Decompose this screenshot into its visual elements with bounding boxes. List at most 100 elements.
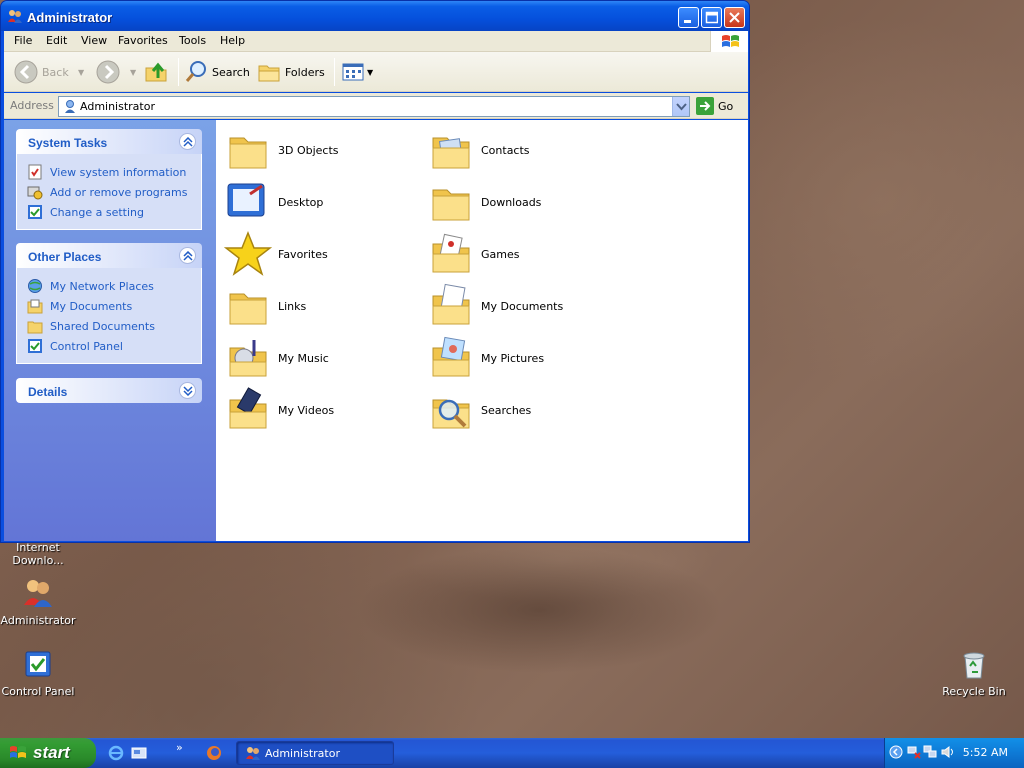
desktop-icon-label: Recycle Bin [942, 685, 1006, 698]
chevron-down-icon [676, 103, 687, 111]
shared-documents-link[interactable]: Shared Documents [17, 316, 201, 336]
my-network-places-link[interactable]: My Network Places [17, 276, 201, 296]
expand-button[interactable] [179, 382, 196, 399]
forward-button[interactable] [96, 58, 124, 86]
up-folder-button[interactable] [144, 58, 172, 86]
close-icon [729, 12, 740, 23]
view-system-information-link[interactable]: View system information [17, 162, 201, 182]
folder-item-contacts[interactable]: Contacts [427, 126, 627, 174]
folders-icon [258, 65, 280, 82]
folder-label: My Documents [481, 299, 564, 313]
search-button[interactable]: Search [184, 58, 250, 86]
network-icon[interactable] [923, 745, 937, 759]
link-label: Shared Documents [50, 319, 155, 333]
network-disconnected-icon[interactable] [907, 745, 921, 759]
other-places-header[interactable]: Other Places [16, 243, 202, 268]
minimize-icon [684, 20, 691, 23]
windows-flag-icon [722, 35, 739, 47]
address-input[interactable]: Administrator [58, 96, 690, 117]
folder-label: 3D Objects [278, 143, 339, 157]
views-button[interactable]: ▼ [341, 58, 373, 86]
start-button[interactable]: start [0, 738, 96, 768]
folder-label: Games [481, 247, 520, 261]
system-tasks-title: System Tasks [28, 136, 108, 150]
title-bar[interactable]: Administrator [1, 1, 749, 31]
collapse-button[interactable] [179, 133, 196, 150]
go-button[interactable]: Go [696, 97, 733, 115]
other-places-body: My Network Places My Documents Shared Do… [16, 268, 202, 364]
folder-item-downloads[interactable]: Downloads [427, 178, 627, 226]
pictures-folder-icon [432, 336, 470, 377]
menu-tools[interactable]: Tools [179, 34, 206, 47]
forward-arrow-icon [96, 60, 120, 84]
control-panel-icon [25, 651, 51, 677]
folder-label: My Music [278, 351, 329, 365]
back-dropdown-arrow[interactable]: ▼ [78, 68, 84, 77]
search-icon [185, 61, 206, 82]
folder-item-my-documents[interactable]: My Documents [427, 282, 627, 330]
games-folder-icon [432, 233, 470, 273]
folders-button[interactable]: Folders [257, 58, 325, 86]
folder-item-my-pictures[interactable]: My Pictures [427, 334, 627, 382]
close-button[interactable] [724, 7, 745, 28]
folder-item-favorites[interactable]: Favorites [224, 230, 424, 278]
desktop-icon-administrator[interactable]: Administrator [0, 577, 76, 627]
menu-view[interactable]: View [81, 34, 107, 47]
address-value: Administrator [80, 100, 155, 113]
tray-expand-icon[interactable] [889, 745, 903, 759]
folder-item-searches[interactable]: Searches [427, 386, 627, 434]
users-icon [8, 10, 22, 23]
volume-icon[interactable] [941, 745, 955, 759]
taskbar: start » Administrator 5:52 AM [0, 738, 1024, 768]
link-label: Add or remove programs [50, 185, 188, 199]
views-dropdown-arrow: ▼ [367, 67, 374, 77]
details-header[interactable]: Details [16, 378, 202, 403]
folder-label: Downloads [481, 195, 542, 209]
desktop-icon-recycle-bin[interactable]: Recycle Bin [936, 648, 1012, 698]
documents-folder-icon [432, 283, 470, 325]
control-panel-link[interactable]: Control Panel [17, 336, 201, 356]
address-label: Address [10, 99, 54, 112]
clock[interactable]: 5:52 AM [963, 746, 1008, 759]
maximize-button[interactable] [701, 7, 722, 28]
menu-favorites[interactable]: Favorites [118, 34, 168, 47]
desktop-icon-label-line2: Downlo... [12, 554, 64, 567]
desktop-icon-internet-download-manager[interactable]: Internet Downlo... [0, 541, 76, 567]
folder-item-3d-objects[interactable]: 3D Objects [224, 126, 424, 174]
menu-bar: File Edit View Favorites Tools Help [4, 31, 748, 52]
folder-item-games[interactable]: Games [427, 230, 627, 278]
folder-label: Links [278, 299, 307, 313]
show-desktop-icon[interactable] [131, 745, 147, 761]
my-documents-link[interactable]: My Documents [17, 296, 201, 316]
address-bar: Address Administrator Go [4, 93, 748, 119]
folder-item-desktop[interactable]: Desktop [224, 178, 424, 226]
forward-dropdown-arrow[interactable]: ▼ [130, 68, 136, 77]
quick-launch-more[interactable]: » [176, 741, 183, 754]
control-panel-icon [28, 339, 42, 353]
taskbar-button-administrator[interactable]: Administrator [236, 741, 394, 765]
link-label: My Documents [50, 299, 133, 313]
desktop-icon-label: Control Panel [1, 685, 75, 698]
menu-file[interactable]: File [14, 34, 32, 47]
firefox-icon[interactable] [206, 745, 222, 761]
collapse-button[interactable] [179, 247, 196, 264]
address-dropdown-button[interactable] [672, 97, 689, 116]
folder-item-links[interactable]: Links [224, 282, 424, 330]
folder-label: My Pictures [481, 351, 545, 365]
minimize-button[interactable] [678, 7, 699, 28]
internet-explorer-icon[interactable] [108, 745, 124, 761]
folder-item-my-videos[interactable]: My Videos [224, 386, 424, 434]
folder-item-my-music[interactable]: My Music [224, 334, 424, 382]
system-tasks-header[interactable]: System Tasks [16, 129, 202, 154]
other-places-title: Other Places [28, 250, 102, 264]
menu-edit[interactable]: Edit [46, 34, 67, 47]
menu-help[interactable]: Help [220, 34, 245, 47]
desktop-icon-control-panel[interactable]: Control Panel [0, 648, 76, 698]
desktop-icon [227, 183, 265, 217]
change-a-setting-link[interactable]: Change a setting [17, 202, 201, 222]
folder-label: Favorites [278, 247, 328, 261]
details-title: Details [28, 385, 68, 399]
back-button[interactable]: Back [14, 58, 69, 86]
add-remove-programs-link[interactable]: Add or remove programs [17, 182, 201, 202]
back-arrow-icon [14, 60, 38, 84]
